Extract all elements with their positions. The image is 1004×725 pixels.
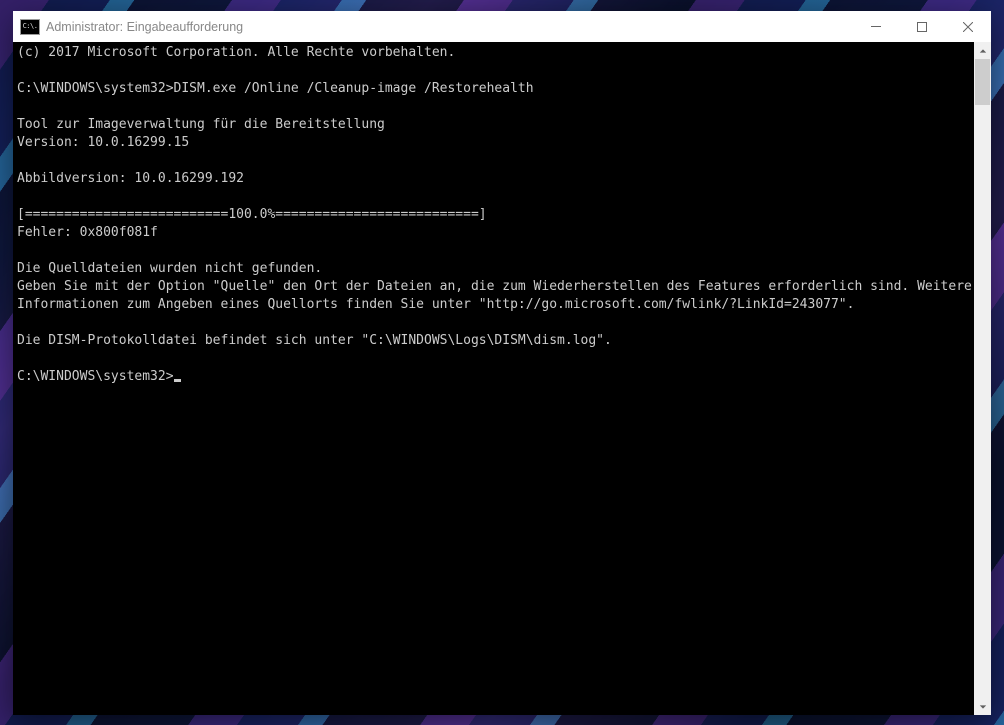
cmd-icon: C:\. [20,19,40,35]
scroll-down-button[interactable] [974,698,991,715]
text-cursor [174,379,181,382]
maximize-button[interactable] [899,11,945,42]
console-line [17,152,974,170]
console-line: Die DISM-Protokolldatei befindet sich un… [17,332,974,350]
console-line: Abbildversion: 10.0.16299.192 [17,170,974,188]
minimize-button[interactable] [853,11,899,42]
console-line: Tool zur Imageverwaltung für die Bereits… [17,116,974,134]
window-controls [853,11,991,42]
console-line [17,350,974,368]
prompt-text: C:\WINDOWS\system32> [17,369,174,384]
vertical-scrollbar[interactable] [974,42,991,715]
window-title: Administrator: Eingabeaufforderung [46,20,243,34]
titlebar[interactable]: C:\. Administrator: Eingabeaufforderung [13,11,991,42]
console-line: (c) 2017 Microsoft Corporation. Alle Rec… [17,44,974,62]
console-line [17,314,974,332]
scroll-up-button[interactable] [974,42,991,59]
console-line [17,242,974,260]
console-line: [==========================100.0%=======… [17,206,974,224]
close-button[interactable] [945,11,991,42]
console-line: Geben Sie mit der Option "Quelle" den Or… [17,278,974,314]
console-area: (c) 2017 Microsoft Corporation. Alle Rec… [13,42,991,715]
console-line: C:\WINDOWS\system32>DISM.exe /Online /Cl… [17,80,974,98]
scroll-thumb[interactable] [975,59,990,105]
console-prompt[interactable]: C:\WINDOWS\system32> [17,368,974,386]
command-prompt-window: C:\. Administrator: Eingabeaufforderung … [13,11,991,715]
console-line: Version: 10.0.16299.15 [17,134,974,152]
console-output[interactable]: (c) 2017 Microsoft Corporation. Alle Rec… [13,42,974,715]
console-line: Fehler: 0x800f081f [17,224,974,242]
scroll-track[interactable] [974,59,991,698]
console-line [17,188,974,206]
console-line: Die Quelldateien wurden nicht gefunden. [17,260,974,278]
console-line [17,98,974,116]
console-line [17,62,974,80]
